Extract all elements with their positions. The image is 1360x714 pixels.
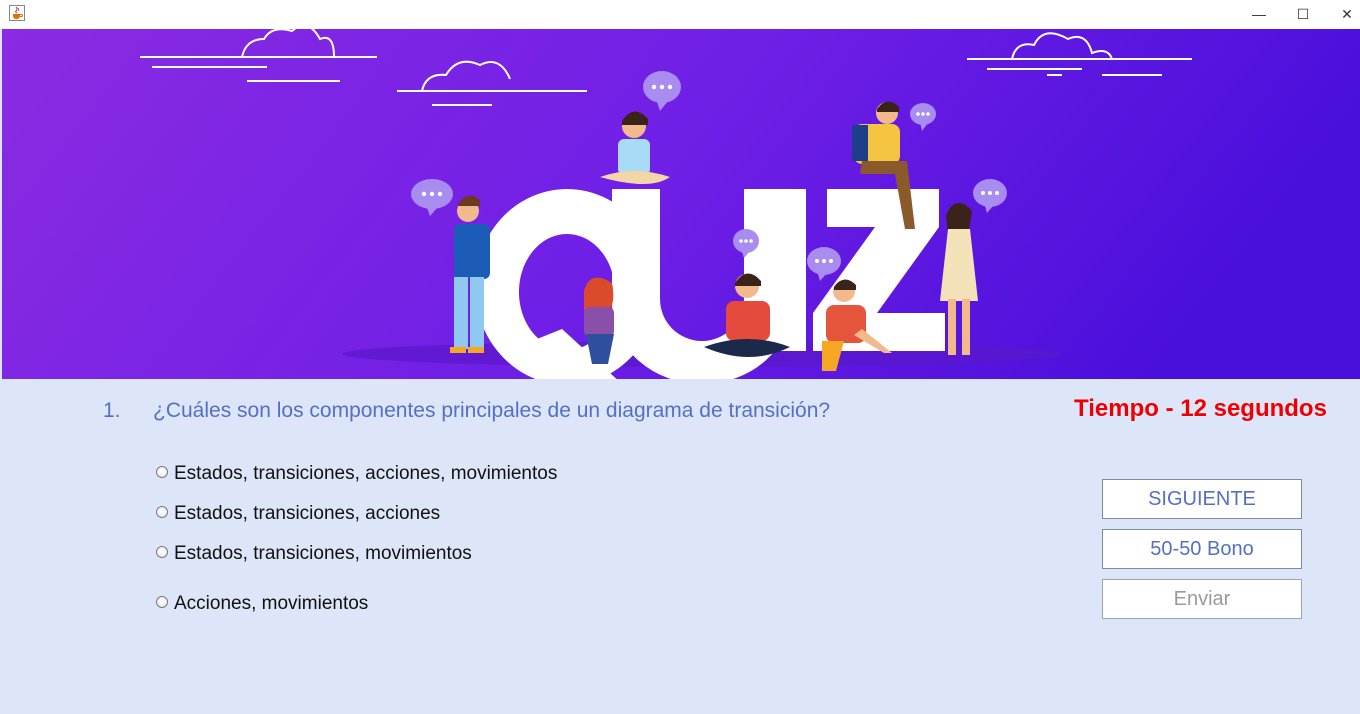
radio-button[interactable] — [156, 546, 168, 558]
radio-button[interactable] — [156, 596, 168, 608]
submit-button[interactable]: Enviar — [1102, 579, 1302, 619]
question-text: ¿Cuáles son los componentes principales … — [153, 399, 831, 422]
quiz-banner-illustration — [2, 29, 1360, 379]
java-cup-icon — [9, 5, 25, 21]
timer-label: Tiempo - 12 segundos — [1074, 395, 1327, 422]
question-number: 1. — [103, 399, 121, 422]
answer-option-4[interactable]: Acciones, movimientos — [156, 593, 368, 615]
answer-option-label: Estados, transiciones, acciones — [174, 503, 441, 524]
maximize-button[interactable]: ☐ — [1280, 0, 1326, 28]
answer-option-label: Acciones, movimientos — [174, 593, 369, 614]
title-bar: — ☐ ✕ — [0, 0, 1360, 30]
answer-option-2[interactable]: Estados, transiciones, acciones — [156, 503, 440, 525]
close-button[interactable]: ✕ — [1324, 0, 1360, 28]
quiz-window: — ☐ ✕ 1. ¿Cuáles son los componentes pri… — [0, 0, 1360, 714]
fifty-fifty-bonus-button[interactable]: 50-50 Bono — [1102, 529, 1302, 569]
answer-option-1[interactable]: Estados, transiciones, acciones, movimie… — [156, 463, 557, 485]
answer-option-3[interactable]: Estados, transiciones, movimientos — [156, 543, 472, 565]
radio-button[interactable] — [156, 466, 168, 478]
answer-option-label: Estados, transiciones, acciones, movimie… — [174, 463, 558, 484]
next-button[interactable]: SIGUIENTE — [1102, 479, 1302, 519]
radio-button[interactable] — [156, 506, 168, 518]
minimize-button[interactable]: — — [1236, 0, 1282, 28]
quiz-banner — [2, 29, 1360, 379]
answer-option-label: Estados, transiciones, movimientos — [174, 543, 472, 564]
